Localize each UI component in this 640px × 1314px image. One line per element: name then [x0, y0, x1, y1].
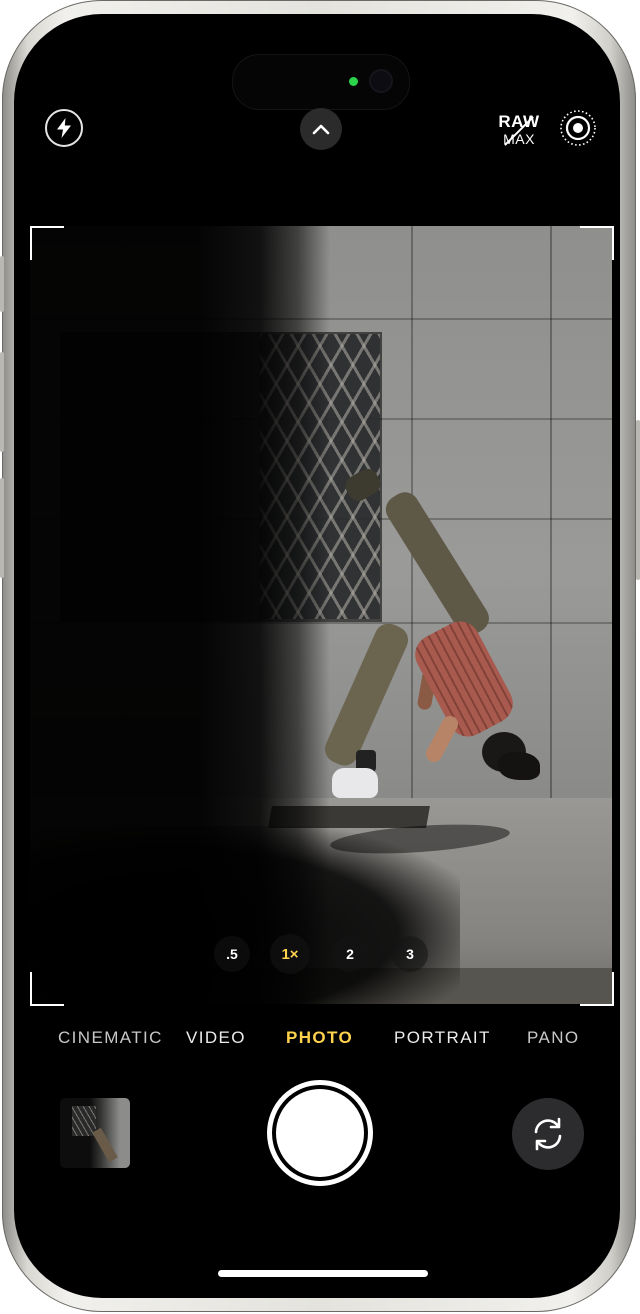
- shutter-button[interactable]: [267, 1080, 373, 1186]
- bolt-icon: [57, 118, 71, 138]
- zoom-selector: .5 1× 2 3: [14, 934, 620, 974]
- mode-cinematic[interactable]: CINEMATIC: [58, 1028, 163, 1048]
- frame-corner-bottom-right: [580, 972, 614, 1006]
- dynamic-island: [232, 54, 410, 110]
- mode-photo[interactable]: PHOTO: [286, 1028, 353, 1048]
- raw-max-toggle[interactable]: RAW MAX: [491, 110, 547, 150]
- action-button: [0, 256, 4, 312]
- camera-screen: RAW MAX .5 1× 2 3 CINEMATIC VIDEO PHOTO …: [14, 14, 620, 1298]
- zoom-option-2x[interactable]: 2: [332, 936, 368, 972]
- person-hair: [498, 752, 540, 780]
- shutter-inner: [276, 1089, 364, 1177]
- home-indicator[interactable]: [218, 1270, 428, 1277]
- volume-up-button: [0, 352, 4, 452]
- power-button: [636, 420, 640, 580]
- camera-viewfinder[interactable]: [30, 226, 612, 1004]
- chevron-up-icon: [312, 124, 330, 135]
- zoom-option-1x[interactable]: 1×: [270, 934, 310, 974]
- frame-corner-top-left: [30, 226, 64, 260]
- live-photo-button[interactable]: [558, 108, 598, 148]
- frame-corner-bottom-left: [30, 972, 64, 1006]
- zoom-label: 3: [406, 946, 414, 962]
- mode-selector: CINEMATIC VIDEO PHOTO PORTRAIT PANO: [14, 1028, 620, 1054]
- flip-camera-button[interactable]: [512, 1098, 584, 1170]
- mode-video[interactable]: VIDEO: [186, 1028, 246, 1048]
- zoom-option-0-5x[interactable]: .5: [214, 936, 250, 972]
- live-photo-icon: [560, 110, 596, 146]
- mode-portrait[interactable]: PORTRAIT: [394, 1028, 491, 1048]
- zoom-label: 1×: [281, 945, 299, 963]
- volume-down-button: [0, 478, 4, 578]
- camera-in-use-indicator: [349, 77, 358, 86]
- frame-corner-top-right: [580, 226, 614, 260]
- thumbnail-figure: [92, 1127, 118, 1163]
- last-photo-thumbnail[interactable]: [60, 1098, 130, 1168]
- person-sneaker: [332, 768, 378, 798]
- mode-pano[interactable]: PANO: [527, 1028, 580, 1048]
- zoom-label: .5: [226, 946, 238, 962]
- zoom-label: 2: [346, 946, 354, 962]
- flash-button[interactable]: [45, 109, 83, 147]
- camera-flip-icon: [534, 1117, 562, 1151]
- zoom-option-3x[interactable]: 3: [392, 936, 428, 972]
- camera-controls-button[interactable]: [300, 108, 342, 150]
- front-camera-lens: [369, 69, 393, 93]
